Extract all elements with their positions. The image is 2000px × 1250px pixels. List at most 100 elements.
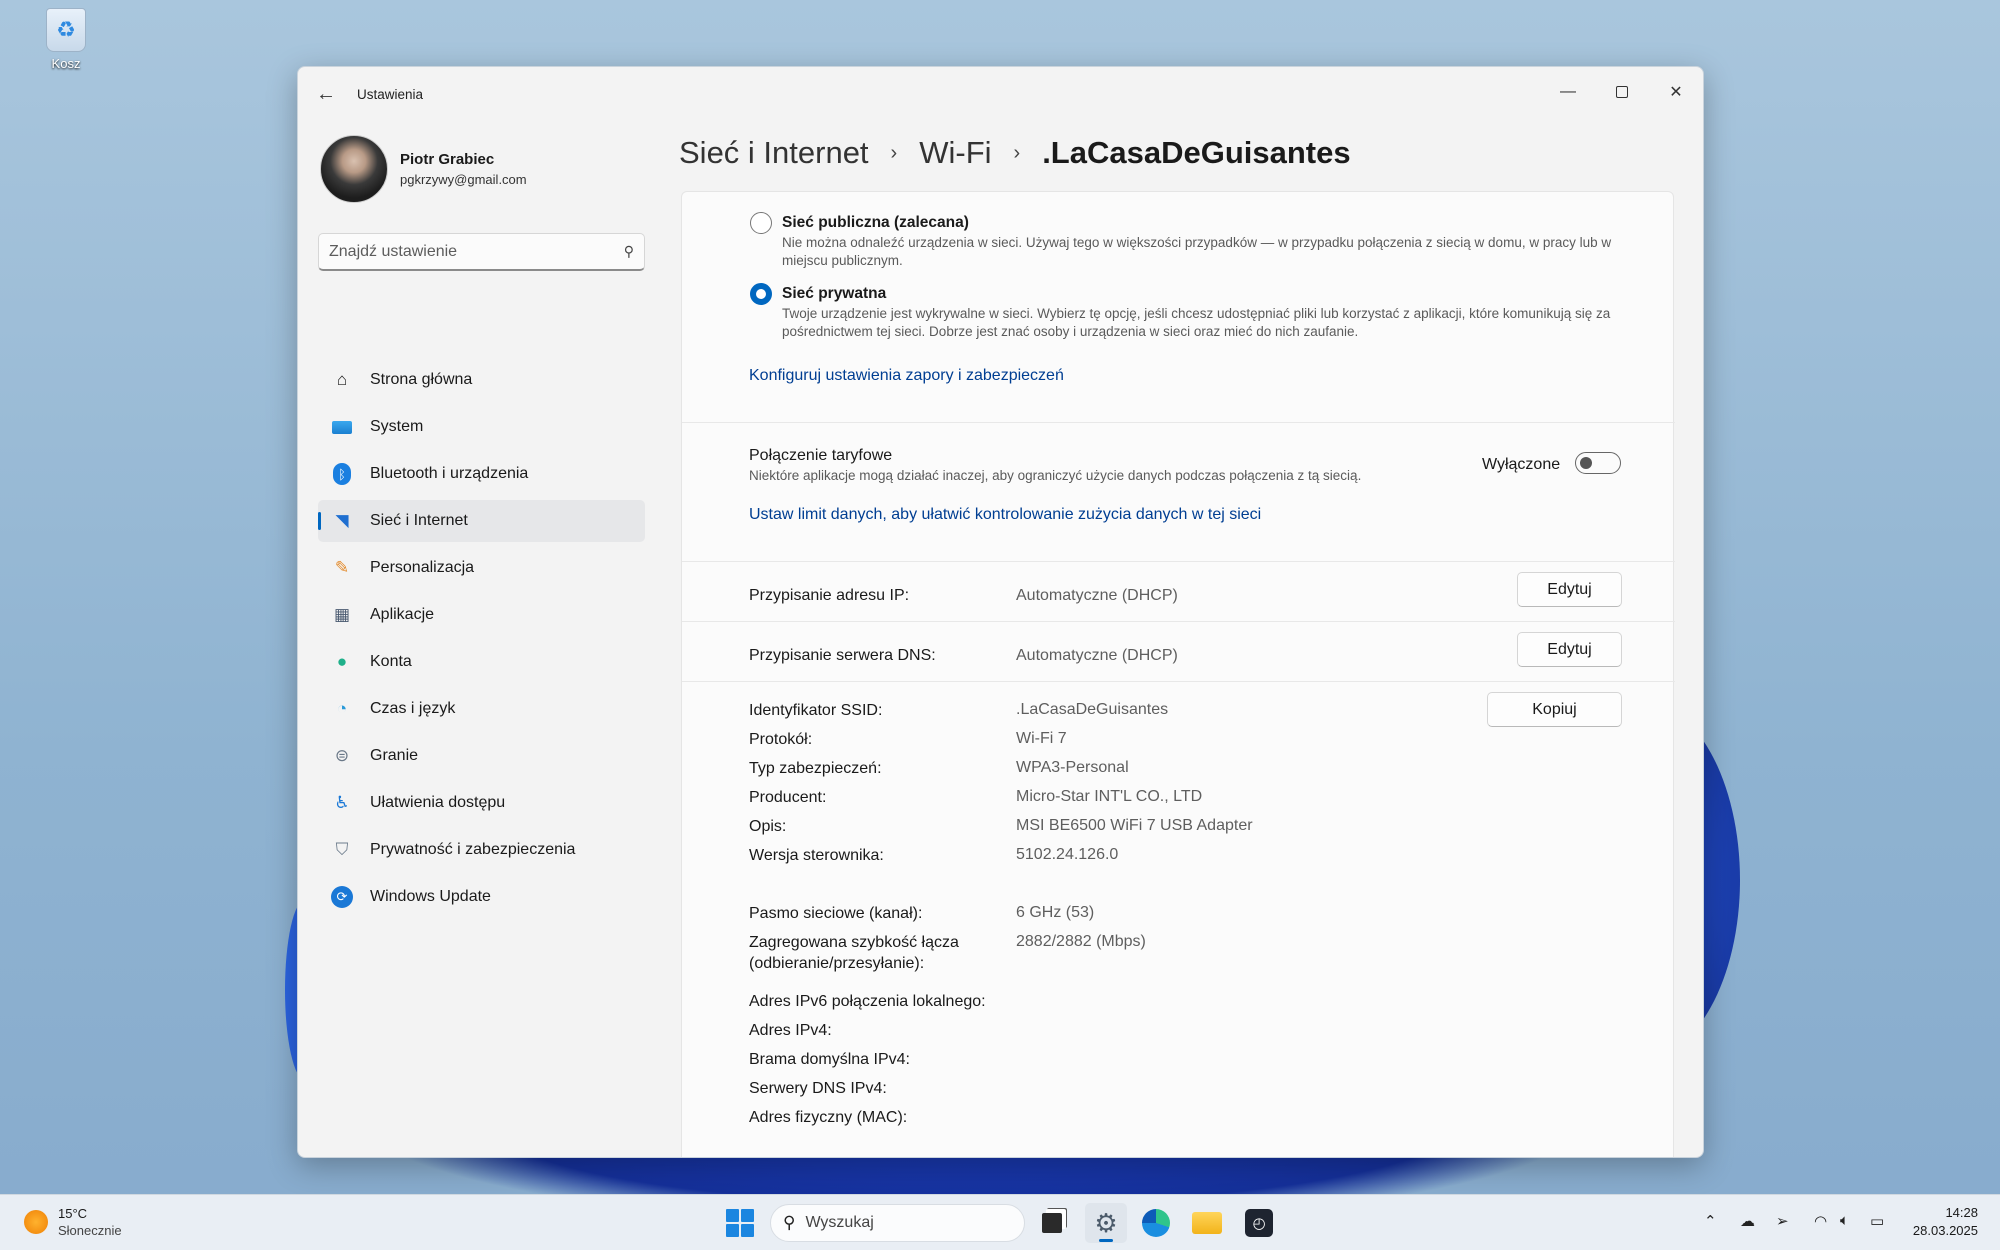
monitor-icon xyxy=(330,415,354,439)
weather-temp: 15°C xyxy=(58,1206,88,1221)
property-value: 5102.24.126.0 xyxy=(1016,846,1119,863)
taskbar-search-placeholder: Wyszukaj xyxy=(805,1214,874,1231)
windows-logo-icon xyxy=(741,1224,754,1237)
search-icon: ⚲ xyxy=(623,243,634,259)
sidebar-item-apps[interactable]: ▦ Aplikacje xyxy=(318,594,645,636)
sidebar-item-bluetooth[interactable]: ᛒ Bluetooth i urządzenia xyxy=(318,453,645,495)
weather-widget[interactable]: 15°C Słonecznie xyxy=(24,1205,122,1239)
property-label: Opis: xyxy=(749,818,787,835)
taskbar-edge-app[interactable] xyxy=(1135,1203,1177,1243)
taskbar-clock[interactable]: 14:28 28.03.2025 xyxy=(1913,1204,1978,1240)
metered-connection-toggle[interactable] xyxy=(1575,452,1621,474)
sidebar-item-home[interactable]: ⌂ Strona główna xyxy=(318,359,645,401)
maximize-button[interactable] xyxy=(1595,75,1649,109)
property-label: Brama domyślna IPv4: xyxy=(749,1051,910,1068)
close-button[interactable]: ✕ xyxy=(1649,75,1703,109)
sidebar-item-gaming[interactable]: ⊜ Granie xyxy=(318,735,645,777)
divider xyxy=(682,561,1675,562)
folder-icon xyxy=(1192,1212,1222,1234)
page-title: .LaCasaDeGuisantes xyxy=(1042,135,1351,170)
user-profile[interactable]: Piotr Grabiec pgkrzywy@gmail.com xyxy=(320,135,527,203)
update-icon: ⟳ xyxy=(330,885,354,909)
property-label: Wersja sterownika: xyxy=(749,847,884,864)
property-label: Adres fizyczny (MAC): xyxy=(749,1109,908,1126)
minimize-button[interactable]: — xyxy=(1541,75,1595,109)
sidebar-item-time-language[interactable]: ◔ Czas i język xyxy=(318,688,645,730)
private-network-radio[interactable] xyxy=(750,283,772,305)
shield-icon: ⛉ xyxy=(335,840,349,859)
sun-icon xyxy=(24,1210,48,1234)
settings-gear-icon: ⚙ xyxy=(1094,1207,1118,1238)
window-title: Ustawienia xyxy=(357,87,424,102)
divider xyxy=(682,621,1675,622)
taskbar-speedtest-app[interactable]: ◴ xyxy=(1238,1203,1280,1243)
chevron-up-icon[interactable]: ⌃ xyxy=(1704,1212,1717,1230)
edit-ip-button[interactable]: Edytuj xyxy=(1517,572,1622,607)
sidebar-item-label: Granie xyxy=(370,747,419,764)
sidebar-item-accounts[interactable]: ● Konta xyxy=(318,641,645,683)
taskbar-search-input[interactable]: ⚲ Wyszukaj xyxy=(770,1204,1025,1242)
network-properties-panel: Sieć publiczna (zalecana) Nie można odna… xyxy=(681,191,1675,1157)
firewall-settings-link[interactable]: Konfiguruj ustawienia zapory i zabezpiec… xyxy=(749,367,1064,385)
user-email: pgkrzywy@gmail.com xyxy=(400,172,527,187)
battery-icon[interactable]: ▭ xyxy=(1870,1212,1884,1230)
search-icon: ⚲ xyxy=(783,1213,796,1232)
sidebar-item-network[interactable]: ◥ Sieć i Internet xyxy=(318,500,645,542)
sidebar-item-label: System xyxy=(370,418,424,435)
clock-date: 28.03.2025 xyxy=(1912,1223,1978,1238)
public-network-desc: Nie można odnaleźć urządzenia w sieci. U… xyxy=(782,235,1612,268)
metered-toggle-state: Wyłączone xyxy=(1482,456,1561,473)
divider xyxy=(682,422,1675,423)
recycle-bin-desktop-icon[interactable]: ♻ Kosz xyxy=(38,8,94,71)
task-view-icon xyxy=(1042,1213,1062,1233)
volume-icon[interactable]: 🔈︎ xyxy=(1840,1212,1849,1229)
breadcrumb-wifi[interactable]: Wi-Fi xyxy=(919,135,991,171)
cloud-icon[interactable]: ☁ xyxy=(1740,1212,1755,1230)
home-icon: ⌂ xyxy=(336,370,348,389)
property-value: Micro-Star INT'L CO., LTD xyxy=(1016,788,1203,805)
maximize-icon xyxy=(1616,86,1628,98)
property-label: Zagregowana szybkość łącza (odbieranie/p… xyxy=(749,934,959,972)
data-limit-link[interactable]: Ustaw limit danych, aby ułatwić kontrolo… xyxy=(749,506,1261,524)
sidebar-item-personalization[interactable]: ✎ Personalizacja xyxy=(318,547,645,589)
sidebar-item-system[interactable]: System xyxy=(318,406,645,448)
dns-assignment-label: Przypisanie serwera DNS: xyxy=(749,647,936,664)
chevron-right-icon: › xyxy=(1013,141,1021,164)
settings-search-input[interactable]: Znajdź ustawienie ⚲ xyxy=(318,233,645,271)
wifi-tray-icon[interactable]: ◠ xyxy=(1814,1212,1827,1230)
person-icon: ● xyxy=(336,652,348,671)
property-label: Identyfikator SSID: xyxy=(749,702,883,719)
sidebar-item-label: Windows Update xyxy=(370,888,491,905)
chevron-right-icon: › xyxy=(890,141,898,164)
sidebar-item-privacy[interactable]: ⛉ Prywatność i zabezpieczenia xyxy=(318,829,645,871)
breadcrumb-network[interactable]: Sieć i Internet xyxy=(679,135,869,171)
sidebar-item-windows-update[interactable]: ⟳ Windows Update xyxy=(318,876,645,918)
sidebar-item-label: Personalizacja xyxy=(370,559,475,576)
metered-connection-title: Połączenie taryfowe xyxy=(749,447,893,464)
clock-globe-icon: ◔ xyxy=(336,699,348,718)
taskbar-settings-app[interactable]: ⚙ xyxy=(1085,1203,1127,1243)
settings-window: ← Ustawienia — ✕ Piotr Grabiec pgkrzywy@… xyxy=(297,66,1704,1158)
taskbar-file-explorer-app[interactable] xyxy=(1186,1203,1228,1243)
avatar xyxy=(320,135,388,203)
windows-logo-icon xyxy=(726,1209,739,1222)
speedometer-icon: ◴ xyxy=(1245,1209,1273,1237)
property-value: 6 GHz (53) xyxy=(1016,904,1095,921)
windows-logo-icon xyxy=(726,1224,739,1237)
property-value: Wi-Fi 7 xyxy=(1016,730,1067,747)
location-icon[interactable]: ➢ xyxy=(1776,1212,1789,1230)
edit-dns-button[interactable]: Edytuj xyxy=(1517,632,1622,667)
copy-properties-button[interactable]: Kopiuj xyxy=(1487,692,1622,727)
recycle-bin-icon: ♻ xyxy=(46,8,86,52)
start-button[interactable] xyxy=(726,1209,754,1237)
sidebar-item-label: Prywatność i zabezpieczenia xyxy=(370,841,576,858)
sidebar-item-label: Bluetooth i urządzenia xyxy=(370,465,529,482)
accessibility-icon: ♿ xyxy=(334,793,350,812)
public-network-title: Sieć publiczna (zalecana) xyxy=(782,214,969,231)
back-arrow-icon[interactable]: ← xyxy=(316,83,336,106)
sidebar-item-accessibility[interactable]: ♿ Ułatwienia dostępu xyxy=(318,782,645,824)
property-value: MSI BE6500 WiFi 7 USB Adapter xyxy=(1016,817,1253,834)
task-view-button[interactable] xyxy=(1031,1203,1073,1243)
public-network-radio[interactable] xyxy=(750,212,772,234)
user-name: Piotr Grabiec xyxy=(400,151,495,168)
